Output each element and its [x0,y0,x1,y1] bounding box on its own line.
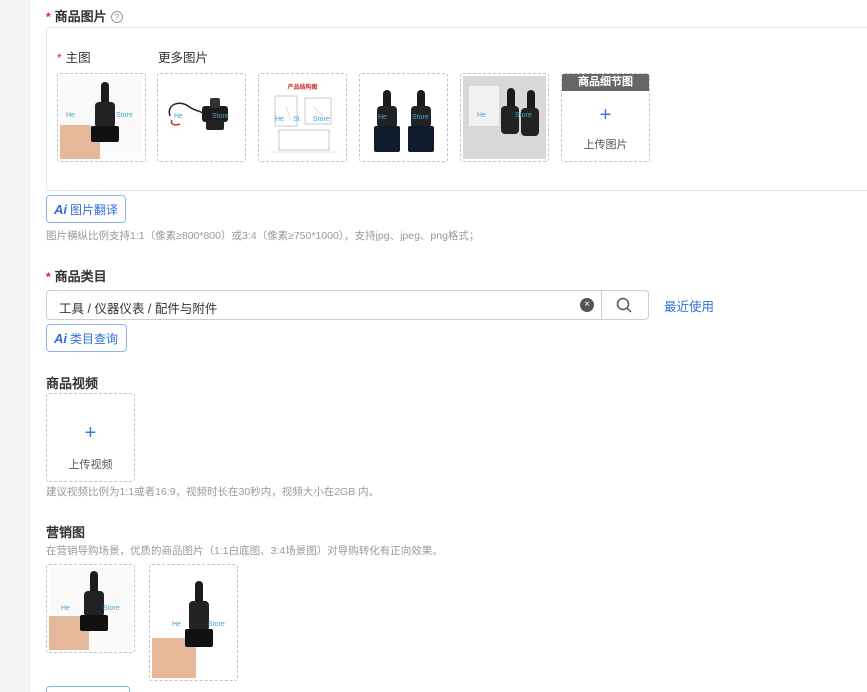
watermark: St [293,116,300,123]
category-section-title: * 商品类目 [46,266,107,285]
more-image-slot[interactable]: He Store [157,73,246,162]
category-title-text: 商品类目 [54,269,107,284]
marketing-portrait-slot[interactable]: He Store [149,564,238,681]
required-mark: * [46,10,51,24]
joystick-knob [90,571,98,593]
more-images-label: 更多图片 [158,51,209,65]
marketing-square-slot[interactable]: He Store [46,564,135,653]
joystick-boot [501,106,519,134]
images-section-title: * 商品图片? [46,6,123,25]
clear-icon[interactable]: × [580,298,594,312]
search-button[interactable] [601,291,649,319]
watermark: He [174,113,183,120]
recent-used-link[interactable]: 最近使用 [664,296,714,315]
plus-icon: + [599,104,612,126]
images-title-text: 商品图片 [54,9,107,24]
detail-image-tag: 商品细节图 [562,74,649,91]
category-query-label: 类目查询 [70,331,119,346]
joystick-base [408,126,434,152]
video-upload[interactable]: + 上传视频 [46,393,135,482]
category-value: 工具 / 仪器仪表 / 配件与附件 [59,302,218,316]
joystick-base [91,126,119,142]
search-icon [616,297,632,313]
left-rail [0,0,31,692]
product-image: He Store [60,76,143,159]
joystick-base [185,629,213,647]
watermark: Store [313,116,330,123]
category-input[interactable]: 工具 / 仪器仪表 / 配件与附件 × [46,290,649,320]
joystick-base [80,615,108,631]
watermark: He [378,114,387,121]
required-mark: * [46,270,51,284]
video-hint: 建议视频比例为1:1或者16:9，视频时长在30秒内，视频大小在2GB 内。 [46,486,380,498]
upload-video-label: 上传视频 [68,459,113,471]
watermark: Store [515,112,532,119]
product-image: He Store [152,567,235,678]
main-image-label: * 主图 [57,47,91,66]
watermark: He [275,116,284,123]
product-image: He Store [49,567,132,650]
marketing-hint: 在营销导购场景，优质的商品图片（1:1白底图、3:4场景图）对导购转化有正向效果… [46,545,443,557]
watermark: Store [208,621,225,628]
marketing-ai-button[interactable] [46,686,130,692]
watermark: He [66,112,75,119]
ai-icon: Ai [54,201,67,217]
joystick-boot [84,591,104,617]
watermark: Store [212,113,229,120]
upload-image-label: 上传图片 [583,139,628,151]
more-image-slot[interactable]: He Store [359,73,448,162]
watermark: He [61,605,70,612]
product-image: He Store [160,76,243,159]
ai-icon: Ai [54,330,67,346]
product-image: He Store [362,76,445,159]
category-query-button[interactable]: Ai 类目查询 [46,324,127,352]
diagram-image: 产品结构图 He St Store [261,76,344,159]
marketing-section-title: 营销图 [46,525,86,540]
main-image-label-text: 主图 [65,51,91,65]
joystick-base [374,126,400,152]
images-hint: 图片横纵比例支持1:1（像素≥800*800）或3:4（像素≥750*1000）… [46,230,480,242]
diagram-lines [271,95,337,153]
help-icon[interactable]: ? [110,11,123,23]
cable-image [168,98,228,130]
detail-image-upload[interactable]: 商品细节图 + 上传图片 [561,73,650,162]
watermark: Store [103,605,120,612]
watermark: He [477,112,486,119]
video-section-title: 商品视频 [46,376,99,391]
joystick-knob [101,82,109,104]
required-mark: * [57,51,62,65]
image-translate-button[interactable]: Ai 图片翻译 [46,195,127,223]
watermark: Store [116,112,133,119]
paper-shape [469,86,499,126]
plus-icon: + [84,422,97,444]
joystick-boot [189,601,209,631]
product-image: He Store [463,76,546,159]
image-translate-label: 图片翻译 [70,202,119,217]
joystick-knob [195,581,203,603]
watermark: Store [412,114,429,121]
joystick-boot [95,102,115,128]
watermark: He [172,621,181,628]
more-image-slot[interactable]: He Store [460,73,549,162]
main-image-slot[interactable]: He Store [57,73,146,162]
more-image-slot[interactable]: 产品结构图 He St Store [258,73,347,162]
